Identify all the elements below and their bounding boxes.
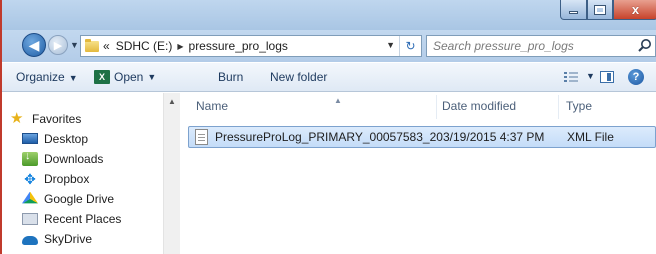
sidebar-favorites[interactable]: ★ Favorites xyxy=(10,109,81,128)
open-label: Open xyxy=(114,70,144,84)
search-input[interactable] xyxy=(427,36,627,56)
dropbox-icon: ✥ xyxy=(24,170,36,187)
refresh-button[interactable]: ↻ xyxy=(399,36,421,56)
scroll-up-icon[interactable]: ▲ xyxy=(168,97,176,106)
sidebar-item-label: Recent Places xyxy=(44,211,122,226)
explorer-window: x ◀ ▶ ▼ « SDHC (E:) ▶ pressure_pro_logs … xyxy=(0,0,656,254)
recent-places-icon xyxy=(22,212,38,225)
recent-pages-dropdown[interactable]: ▼ xyxy=(70,40,79,50)
sidebar-item-downloads[interactable]: Downloads xyxy=(22,149,103,168)
skydrive-icon xyxy=(22,235,38,245)
minimize-icon xyxy=(569,11,578,14)
burn-label: Burn xyxy=(218,70,244,84)
column-header-date-modified[interactable]: Date modified xyxy=(442,99,516,113)
sidebar-item-google-drive[interactable]: Google Drive xyxy=(22,189,114,208)
burn-button[interactable]: Burn xyxy=(218,70,243,84)
column-divider[interactable] xyxy=(558,95,559,119)
open-button[interactable]: X Open ▼ xyxy=(94,70,156,84)
star-icon: ★ xyxy=(10,109,24,127)
file-date-modified: 3/19/2015 4:37 PM xyxy=(443,130,545,144)
preview-pane-icon[interactable] xyxy=(600,71,614,83)
excel-icon: X xyxy=(94,70,110,84)
refresh-icon: ↻ xyxy=(405,39,416,53)
help-icon[interactable]: ? xyxy=(628,69,644,85)
breadcrumb-chevron-icon[interactable]: ▶ xyxy=(177,42,183,51)
sidebar-item-label: SkyDrive xyxy=(44,231,93,246)
change-view-icon[interactable] xyxy=(564,72,578,83)
downloads-icon xyxy=(22,150,38,166)
column-header-name[interactable]: ▲ Name xyxy=(196,96,342,113)
forward-button[interactable]: ▶ xyxy=(48,35,68,55)
close-button[interactable]: x xyxy=(613,0,656,20)
xml-file-icon xyxy=(195,129,208,145)
file-list: ▲ Name Date modified Type PressureProLog… xyxy=(180,93,656,254)
view-options-dropdown-icon[interactable]: ▼ xyxy=(586,71,595,81)
sidebar-item-dropbox[interactable]: ✥ Dropbox xyxy=(22,169,89,188)
column-header-label: Type xyxy=(566,99,593,113)
back-arrow-icon: ◀ xyxy=(28,36,40,53)
table-row[interactable]: PressureProLog_PRIMARY_00057583_201... 3… xyxy=(188,126,656,148)
breadcrumb-overflow[interactable]: « xyxy=(103,39,110,53)
sidebar-item-skydrive[interactable]: SkyDrive xyxy=(22,229,92,248)
address-bar[interactable]: « SDHC (E:) ▶ pressure_pro_logs ▼ ↻ xyxy=(80,35,422,57)
search-box[interactable] xyxy=(426,35,656,57)
maximize-button[interactable] xyxy=(587,0,613,20)
column-header-label: Name xyxy=(196,99,229,113)
breadcrumb-current-folder[interactable]: pressure_pro_logs xyxy=(189,39,288,53)
file-name: PressureProLog_PRIMARY_00057583_201... xyxy=(215,130,443,144)
file-type: XML File xyxy=(567,130,614,144)
new-folder-button[interactable]: New folder xyxy=(270,70,327,84)
chevron-down-icon: ▼ xyxy=(147,72,157,82)
sidebar-item-recent-places[interactable]: Recent Places xyxy=(22,209,121,228)
organize-label: Organize xyxy=(16,70,65,84)
column-divider[interactable] xyxy=(436,95,437,119)
forward-arrow-icon: ▶ xyxy=(53,39,63,52)
sidebar-item-label: Downloads xyxy=(44,151,104,166)
minimize-button[interactable] xyxy=(560,0,587,20)
desktop-icon xyxy=(22,133,38,144)
sidebar-item-desktop[interactable]: Desktop xyxy=(22,129,88,148)
chevron-down-icon: ▼ xyxy=(68,73,78,83)
sidebar-favorites-label: Favorites xyxy=(32,111,82,126)
navigation-pane: ★ Favorites Desktop Downloads ✥ Dropbox … xyxy=(2,93,164,254)
folder-icon xyxy=(85,38,99,52)
close-icon: x xyxy=(631,2,640,17)
navigation-scrollbar[interactable]: ▲ xyxy=(163,93,180,254)
organize-button[interactable]: Organize ▼ xyxy=(16,70,78,84)
maximize-icon xyxy=(594,4,606,15)
sidebar-item-label: Desktop xyxy=(44,131,89,146)
back-button[interactable]: ◀ xyxy=(22,33,46,57)
address-dropdown-icon[interactable]: ▼ xyxy=(386,40,395,50)
sort-ascending-icon: ▲ xyxy=(334,96,342,105)
command-bar: Organize ▼ X Open ▼ Burn New folder ▼ ? xyxy=(2,62,656,92)
google-drive-icon xyxy=(22,191,38,204)
breadcrumb-drive[interactable]: SDHC (E:) xyxy=(116,39,173,53)
address-row: ◀ ▶ ▼ « SDHC (E:) ▶ pressure_pro_logs ▼ … xyxy=(2,30,656,62)
sidebar-item-label: Dropbox xyxy=(44,171,90,186)
new-folder-label: New folder xyxy=(270,70,328,84)
column-header-label: Date modified xyxy=(442,99,517,113)
search-icon[interactable] xyxy=(637,38,653,54)
sidebar-item-label: Google Drive xyxy=(44,191,115,206)
title-bar: x xyxy=(2,0,656,30)
column-header-type[interactable]: Type xyxy=(566,99,592,113)
